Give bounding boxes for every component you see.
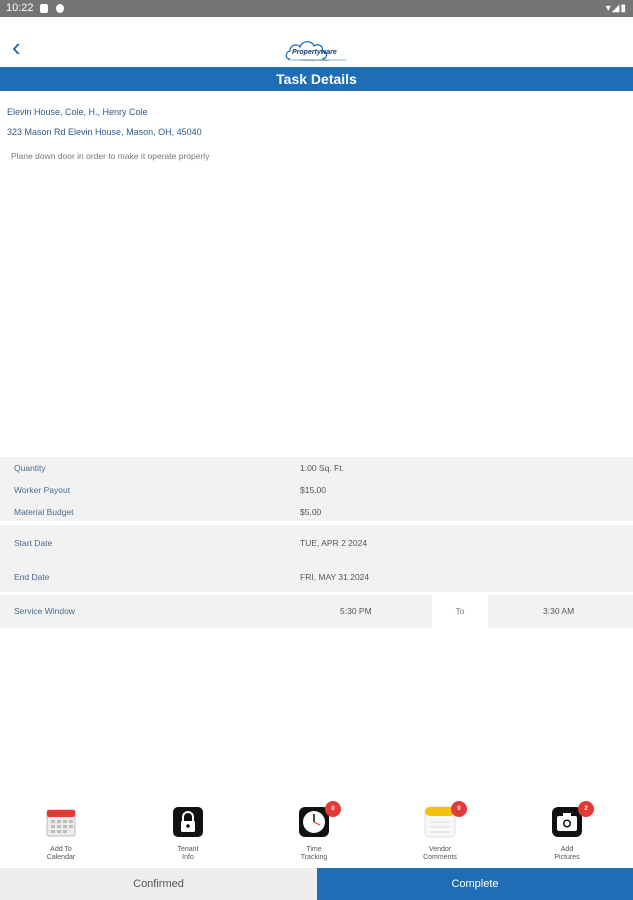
calendar-caption-2: Calendar <box>46 854 76 861</box>
status-time: 10:22 <box>6 2 34 14</box>
time-tracking-badge: 0 <box>325 801 341 817</box>
clock-icon: 0 <box>298 801 341 838</box>
material-budget-value: $5.00 <box>300 507 322 517</box>
calendar-icon <box>45 806 77 838</box>
task-address-line1: Elevin House, Cole, H., Henry Cole <box>7 107 148 117</box>
material-budget-label: Material Budget <box>14 507 74 517</box>
dates-section: Start Date TUE, APR 2 2024 End Date FRI,… <box>0 525 633 594</box>
page-title: Task Details <box>0 67 633 91</box>
back-button[interactable]: ‹ <box>12 34 21 60</box>
vendor-comments-badge: 0 <box>451 801 467 817</box>
status-bar: 10:22 ▾◢▮ <box>0 0 633 17</box>
end-date-value[interactable]: FRI, MAY 31 2024 <box>300 572 369 582</box>
service-window-label: Service Window <box>14 606 75 616</box>
vendor-comments-button[interactable]: 0 Vendor Comments <box>405 801 475 862</box>
notes-icon: 0 <box>424 801 467 838</box>
start-date-label: Start Date <box>14 538 53 548</box>
pictures-caption-2: Pictures <box>554 854 580 861</box>
time-caption-1: Time <box>306 846 322 853</box>
worker-payout-label: Worker Payout <box>14 485 71 495</box>
lock-icon <box>172 806 204 838</box>
task-address-line2: 323 Mason Rd Elevin House, Mason, OH, 45… <box>7 127 202 137</box>
service-window-row: Service Window 5:30 PM To 3:30 AM <box>0 595 633 628</box>
logo-tagline: A RealPage Company <box>300 58 330 62</box>
complete-button[interactable]: Complete <box>317 868 633 900</box>
tenant-caption-2: Info <box>182 854 194 861</box>
pictures-caption-1: Add <box>560 846 574 853</box>
vendor-caption-2: Comments <box>423 854 457 861</box>
quantity-value: 1.00 Sq. Ft. <box>300 463 344 473</box>
app-bar: ‹ Propertyware A RealPage Company <box>0 17 633 67</box>
details-section: Quantity 1.00 Sq. Ft. Worker Payout $15.… <box>0 457 633 523</box>
add-pictures-badge: 2 <box>578 801 594 817</box>
system-icons: ▾◢▮ <box>606 3 627 14</box>
end-date-label: End Date <box>14 572 50 582</box>
sim-icon <box>40 4 48 13</box>
propertyware-logo: Propertyware A RealPage Company <box>284 37 350 63</box>
time-caption-2: Tracking <box>300 854 328 861</box>
confirmed-button[interactable]: Confirmed <box>0 868 317 900</box>
battery-icon: ▮ <box>620 3 627 14</box>
quantity-label: Quantity <box>14 463 46 473</box>
tenant-caption-1: Tenant <box>177 846 199 853</box>
tenant-info-button[interactable]: Tenant Info <box>153 806 223 862</box>
worker-payout-value: $15.00 <box>300 485 326 495</box>
service-window-from[interactable]: 5:30 PM <box>340 606 372 616</box>
camera-icon: 2 <box>551 801 594 838</box>
vendor-caption-1: Vendor <box>428 846 452 853</box>
add-to-calendar-button[interactable]: Add To Calendar <box>26 806 96 862</box>
logo-brand: Propertyware <box>292 49 337 56</box>
service-window-to: To <box>432 595 488 628</box>
task-description: Plane down door in order to make it oper… <box>11 151 210 161</box>
app-notification-icon <box>56 4 64 13</box>
add-pictures-button[interactable]: 2 Add Pictures <box>532 801 602 862</box>
time-tracking-button[interactable]: 0 Time Tracking <box>279 801 349 862</box>
calendar-caption-1: Add To <box>50 846 72 853</box>
service-window-until[interactable]: 3:30 AM <box>543 606 574 616</box>
start-date-value[interactable]: TUE, APR 2 2024 <box>300 538 367 548</box>
